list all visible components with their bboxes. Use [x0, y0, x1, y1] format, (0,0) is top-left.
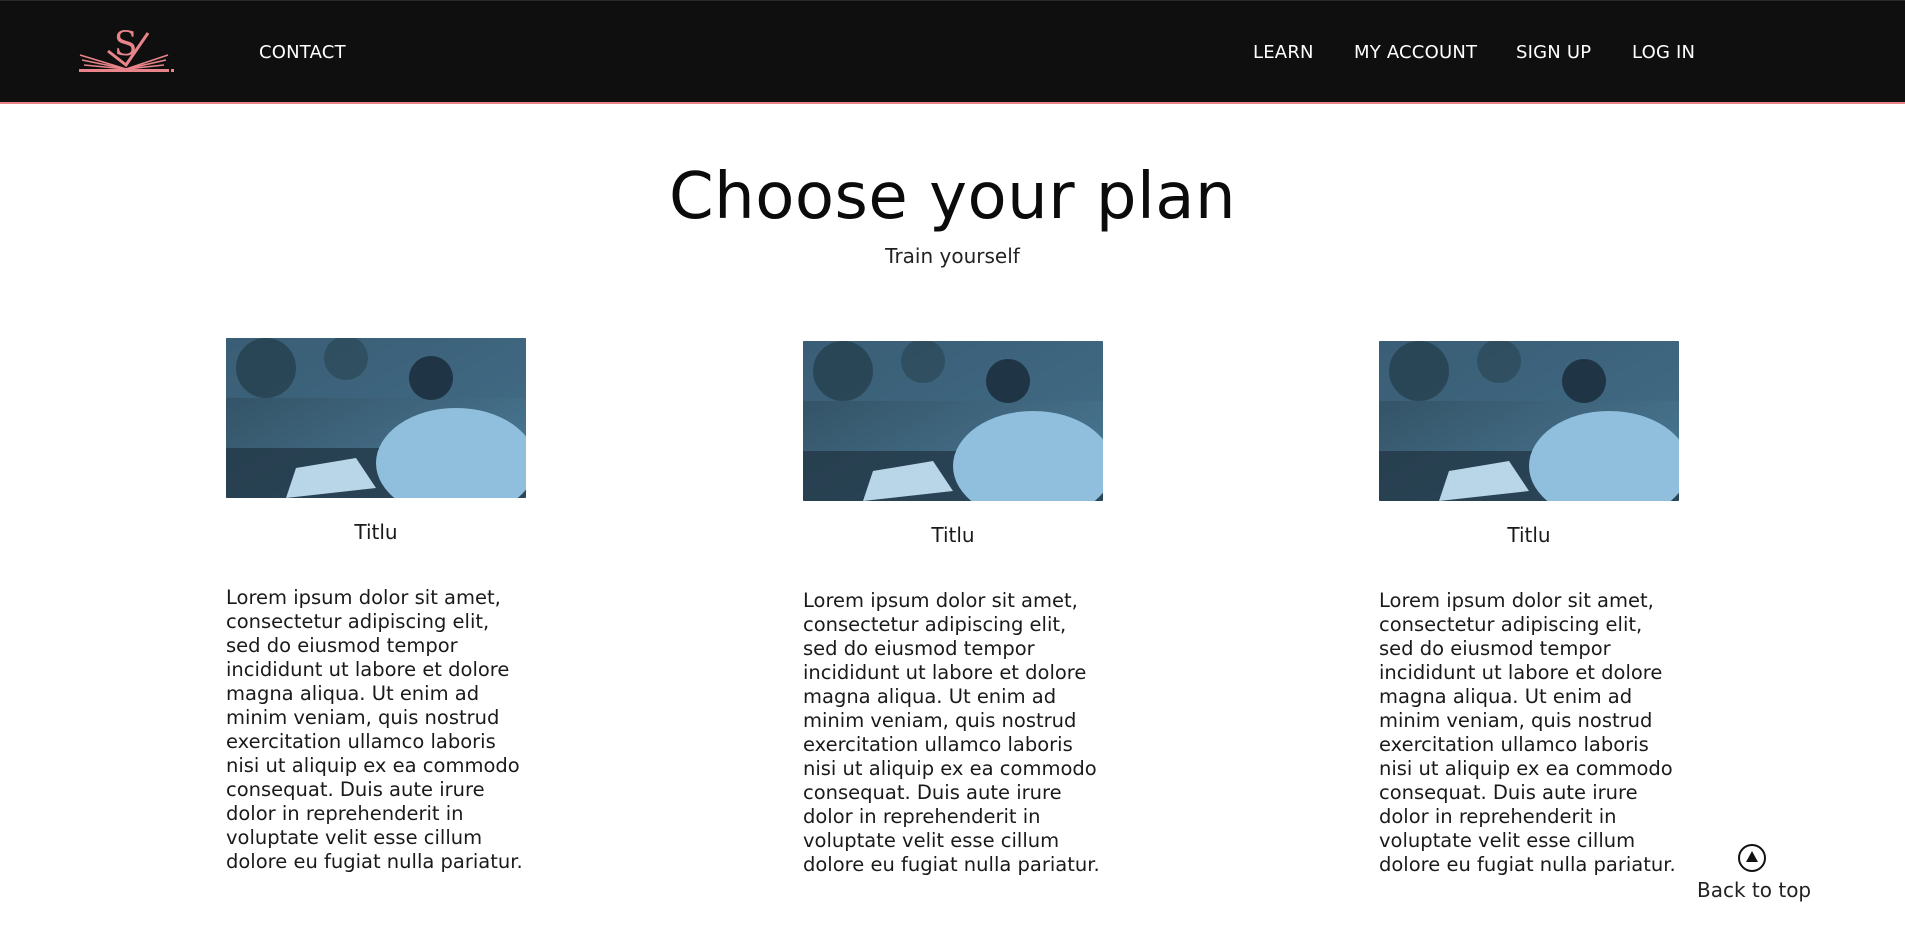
plan-card-description: Lorem ipsum dolor sit amet, consectetur …	[226, 586, 523, 873]
top-navigation-bar: S CONTACT LEARN MY ACCOUNT SIGN UP LOG I…	[0, 0, 1905, 104]
plan-card-description: Lorem ipsum dolor sit amet, consectetur …	[1379, 589, 1676, 876]
back-to-top-label: Back to top	[1697, 878, 1812, 902]
brand-logo-icon[interactable]: S	[78, 24, 174, 75]
plan-card: Titlu Lorem ipsum dolor sit amet, consec…	[803, 341, 1103, 877]
plan-card-image	[226, 338, 526, 498]
plan-card-description: Lorem ipsum dolor sit amet, consectetur …	[803, 589, 1100, 876]
plan-card-title: Titlu	[931, 523, 975, 547]
plan-card: Titlu Lorem ipsum dolor sit amet, consec…	[226, 338, 526, 874]
page-subtitle: Train yourself	[885, 244, 1020, 268]
back-to-top-button[interactable]: Back to top	[1697, 844, 1812, 902]
plan-card-image	[803, 341, 1103, 501]
arrow-up-circle-icon	[1738, 844, 1766, 872]
plan-card-title: Titlu	[354, 520, 398, 544]
nav-learn-link[interactable]: LEARN	[1253, 42, 1314, 63]
page-title: Choose your plan	[668, 160, 1237, 234]
plan-card-image	[1379, 341, 1679, 501]
plan-card: Titlu Lorem ipsum dolor sit amet, consec…	[1379, 341, 1679, 877]
nav-my-account-link[interactable]: MY ACCOUNT	[1354, 42, 1477, 63]
nav-log-in-link[interactable]: LOG IN	[1632, 42, 1695, 63]
nav-sign-up-link[interactable]: SIGN UP	[1516, 42, 1591, 63]
nav-contact-link[interactable]: CONTACT	[259, 42, 346, 63]
plan-card-title: Titlu	[1507, 523, 1551, 547]
